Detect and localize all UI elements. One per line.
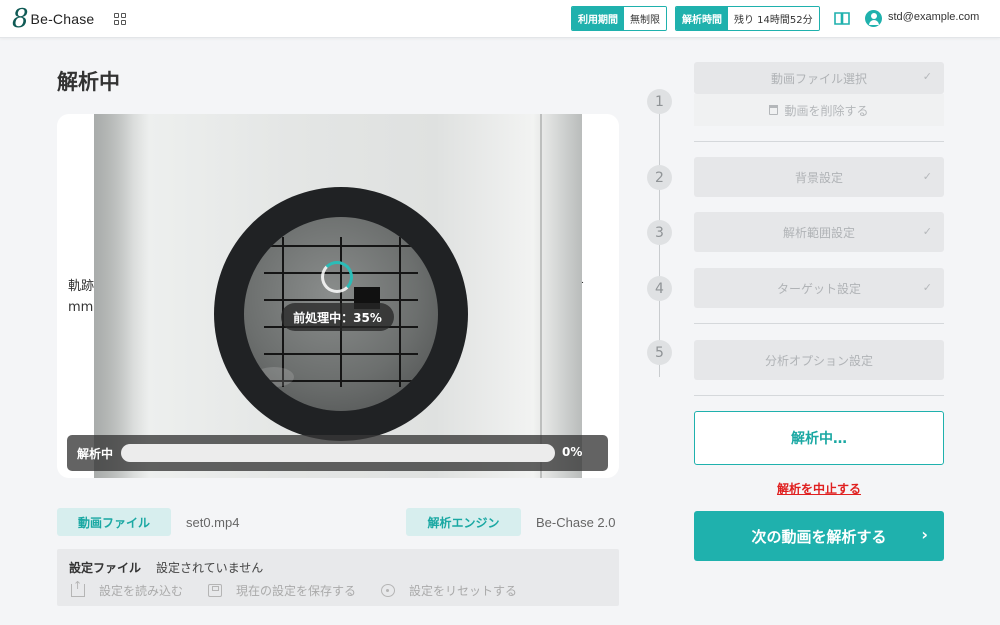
user-email[interactable]: std@example.com bbox=[888, 11, 979, 23]
check-icon: ✓ bbox=[922, 70, 932, 83]
divider bbox=[694, 395, 944, 396]
trash-icon bbox=[769, 105, 779, 115]
usage-period-pill: 利用期間 無制限 bbox=[571, 6, 667, 31]
step-number-2: 2 bbox=[647, 165, 672, 190]
step-video-select-button[interactable]: 動画ファイル選択 ✓ bbox=[694, 62, 944, 94]
load-settings-button[interactable]: 設定を読み込む bbox=[71, 579, 184, 599]
stop-analysis-link[interactable]: 解析を中止する bbox=[694, 480, 944, 497]
step-number-1: 1 bbox=[647, 89, 672, 114]
upload-icon bbox=[71, 579, 85, 597]
step-number-3: 3 bbox=[647, 220, 672, 245]
reset-icon bbox=[381, 584, 395, 597]
settings-file-value: 設定されていません bbox=[156, 561, 264, 575]
video-preview-card: 軌跡 mm: - 前処理中：35% 解析中 0% bbox=[57, 114, 619, 478]
reset-settings-label: 設定をリセットする bbox=[409, 584, 518, 598]
settings-file-title: 設定ファイル bbox=[69, 561, 142, 575]
logo-mark: 8 bbox=[12, 4, 29, 34]
top-header: 8 Be-Chase 利用期間 無制限 解析時間 残り 14時間52分 std@… bbox=[0, 0, 1000, 38]
step-number-5: 5 bbox=[647, 340, 672, 365]
video-frame bbox=[94, 114, 582, 478]
manual-book-icon[interactable] bbox=[834, 10, 850, 26]
delete-video-button[interactable]: 動画を削除する bbox=[694, 94, 944, 126]
analysis-engine-value: Be-Chase 2.0 bbox=[536, 515, 616, 530]
next-video-label: 次の動画を解析する bbox=[751, 527, 887, 546]
apps-grid-icon[interactable] bbox=[114, 13, 126, 25]
progress-label: 解析中 bbox=[77, 447, 114, 461]
analyze-next-video-button[interactable]: 次の動画を解析する › bbox=[694, 511, 944, 561]
load-settings-label: 設定を読み込む bbox=[99, 584, 184, 598]
delete-video-label: 動画を削除する bbox=[784, 103, 869, 118]
save-disk-icon bbox=[208, 584, 222, 597]
step-background-button[interactable]: 背景設定 ✓ bbox=[694, 157, 944, 197]
video-file-tag: 動画ファイル bbox=[57, 508, 171, 536]
step-label: 背景設定 bbox=[794, 170, 843, 185]
user-avatar-icon[interactable] bbox=[865, 10, 882, 27]
video-file-name: set0.mp4 bbox=[186, 515, 240, 530]
step-label: 分析オプション設定 bbox=[764, 353, 873, 368]
step-label: 動画ファイル選択 bbox=[770, 71, 867, 86]
step-label: ターゲット設定 bbox=[776, 281, 861, 296]
reset-settings-button[interactable]: 設定をリセットする bbox=[381, 582, 517, 599]
progress-bar bbox=[121, 444, 555, 462]
usage-period-value: 無制限 bbox=[624, 7, 666, 30]
save-settings-label: 現在の設定を保存する bbox=[236, 584, 357, 598]
step-analysis-options-button[interactable]: 分析オプション設定 bbox=[694, 340, 944, 380]
step-range-button[interactable]: 解析範囲設定 ✓ bbox=[694, 212, 944, 252]
app-logo[interactable]: 8 Be-Chase bbox=[12, 6, 94, 32]
settings-file-panel: 設定ファイル 設定されていません 設定を読み込む 現在の設定を保存する 設定をリ… bbox=[57, 549, 619, 606]
step-number-4: 4 bbox=[647, 276, 672, 301]
analysis-engine-tag: 解析エンジン bbox=[406, 508, 521, 536]
analysis-time-value: 残り 14時間52分 bbox=[728, 7, 819, 30]
step-target-button[interactable]: ターゲット設定 ✓ bbox=[694, 268, 944, 308]
loading-spinner-icon bbox=[321, 261, 353, 293]
step-label: 解析範囲設定 bbox=[782, 225, 855, 240]
analysis-time-label: 解析時間 bbox=[676, 7, 728, 30]
progress-percent: 0% bbox=[562, 445, 583, 459]
divider bbox=[694, 141, 944, 142]
logo-text: Be-Chase bbox=[30, 11, 95, 27]
trajectory-label: 軌跡 bbox=[68, 279, 95, 294]
divider bbox=[694, 323, 944, 324]
check-icon: ✓ bbox=[922, 225, 932, 238]
save-settings-button[interactable]: 現在の設定を保存する bbox=[208, 582, 356, 599]
check-icon: ✓ bbox=[922, 281, 932, 294]
analysis-progress-strip: 解析中 0% bbox=[67, 435, 608, 471]
page-title: 解析中 bbox=[57, 70, 120, 94]
chevron-right-icon: › bbox=[921, 525, 928, 544]
analyzing-status-button[interactable]: 解析中… bbox=[694, 411, 944, 465]
preprocess-badge: 前処理中：35% bbox=[281, 303, 394, 331]
analysis-time-pill: 解析時間 残り 14時間52分 bbox=[675, 6, 820, 31]
check-icon: ✓ bbox=[922, 170, 932, 183]
usage-period-label: 利用期間 bbox=[572, 7, 624, 30]
